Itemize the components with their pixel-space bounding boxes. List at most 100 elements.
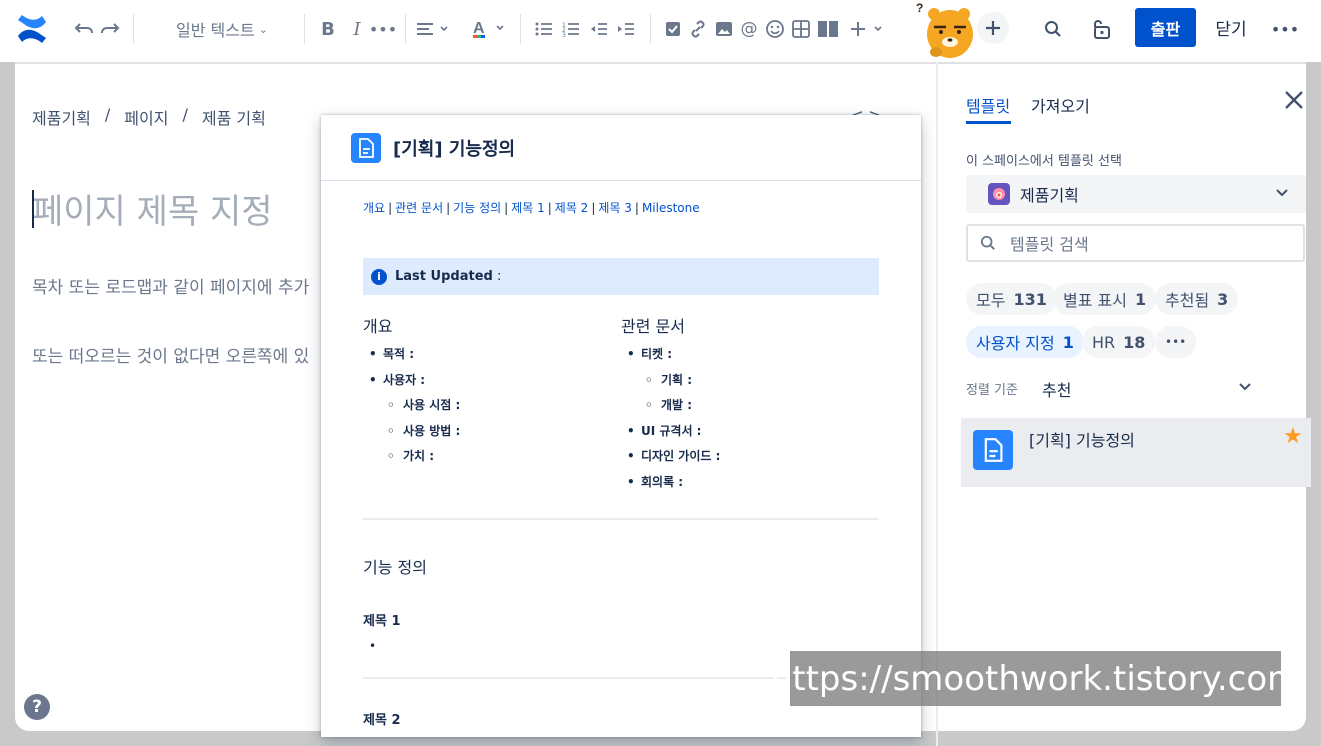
editor-hint-line-2: 또는 떠오르는 것이 없다면 오른쪽에 있 <box>32 347 310 367</box>
page-document-icon <box>351 132 381 163</box>
svg-text:3: 3 <box>562 32 566 37</box>
toolbar-separator <box>133 14 134 44</box>
emoji-icon[interactable] <box>765 14 785 44</box>
filter-chip-hr[interactable]: HR 18 <box>1082 326 1156 358</box>
undo-icon[interactable] <box>72 14 96 44</box>
star-icon[interactable]: ★ <box>1283 424 1303 449</box>
preview-title: [기획] 기능정의 <box>393 138 516 160</box>
breadcrumb: 제품기획 / 페이지 / 제품 기획 <box>32 105 266 129</box>
task-checkbox-icon[interactable] <box>664 14 682 44</box>
list-item: 사용 시점 : <box>363 398 621 424</box>
space-select-value: 제품기획 <box>1020 186 1079 205</box>
link-icon[interactable] <box>688 14 708 44</box>
template-list-item[interactable]: [기획] 기능정의 ★ <box>961 418 1311 487</box>
align-dropdown-icon[interactable] <box>413 14 453 44</box>
active-tab-indicator <box>966 121 1011 124</box>
anchor-link-related-docs[interactable]: 관련 문서 <box>395 201 443 215</box>
breadcrumb-separator: / <box>182 105 188 124</box>
template-search-input[interactable]: 템플릿 검색 <box>966 224 1305 262</box>
search-placeholder: 템플릿 검색 <box>1010 235 1089 254</box>
toolbar-separator <box>520 14 521 44</box>
panel-divider <box>936 62 938 746</box>
publish-button[interactable]: 출판 <box>1135 8 1196 47</box>
breadcrumb-current[interactable]: 제품 기획 <box>202 105 266 129</box>
more-actions-icon[interactable]: ••• <box>1271 14 1299 44</box>
anchor-link-milestone[interactable]: Milestone <box>642 201 700 215</box>
numbered-list-icon[interactable]: 123 <box>561 14 581 44</box>
space-avatar-icon <box>988 183 1010 205</box>
toolbar-separator <box>405 14 406 44</box>
filter-chip-more[interactable]: ••• <box>1155 326 1197 358</box>
filter-chip-custom[interactable]: 사용자 지정 1 <box>966 326 1084 358</box>
anchor-link-heading-3[interactable]: 제목 3 <box>598 201 632 215</box>
chevron-down-icon <box>1276 185 1288 201</box>
heading-1: 제목 1 <box>363 614 401 629</box>
preview-header: [기획] 기능정의 <box>321 115 921 181</box>
chevron-down-icon: ⌄ <box>258 22 268 36</box>
list-item: 개발 : <box>621 398 879 424</box>
italic-icon[interactable]: I <box>347 14 367 44</box>
list-item: 디자인 가이드 : <box>621 449 879 475</box>
more-formatting-icon[interactable]: ••• <box>369 14 397 44</box>
breadcrumb-separator: / <box>104 105 111 124</box>
section-divider <box>363 518 879 520</box>
sort-select[interactable]: 추천 <box>1042 377 1071 401</box>
chevron-down-icon[interactable] <box>1239 379 1251 395</box>
anchor-links: 개요 | 관련 문서 | 기능 정의 | 제목 1 | 제목 2 | 제목 3 | Milestone <box>363 201 700 215</box>
plus-icon <box>986 21 1000 35</box>
list-item: 회의록 : <box>621 475 879 501</box>
template-name: [기획] 기능정의 <box>1029 431 1135 450</box>
close-panel-icon[interactable] <box>1283 88 1305 118</box>
bold-icon[interactable]: B <box>318 14 338 44</box>
filter-chip-all[interactable]: 모두 131 <box>966 283 1057 315</box>
tab-import[interactable]: 가져오기 <box>1031 93 1090 117</box>
layout-icon[interactable] <box>816 14 840 44</box>
breadcrumb-space[interactable]: 제품기획 <box>32 105 91 129</box>
anchor-link-heading-2[interactable]: 제목 2 <box>555 201 589 215</box>
list-item: UI 규격서 : <box>621 424 879 450</box>
sort-label: 정렬 기준 <box>966 383 1018 398</box>
anchor-link-overview[interactable]: 개요 <box>363 201 385 215</box>
watermark: https://smoothwork.tistory.com <box>771 651 1300 706</box>
filter-chip-starred[interactable]: 별표 표시 1 <box>1053 283 1157 315</box>
page-title-input[interactable]: 페이지 제목 지정 <box>32 184 273 233</box>
bullet-list-icon[interactable] <box>534 14 554 44</box>
svg-text:A: A <box>473 20 485 37</box>
info-icon: i <box>371 268 387 285</box>
close-editor-button[interactable]: 닫기 <box>1207 8 1255 47</box>
list-item: 가치 : <box>363 449 621 475</box>
info-panel: i Last Updated : <box>363 258 879 295</box>
space-select[interactable]: 제품기획 <box>966 175 1306 213</box>
confluence-logo-icon[interactable] <box>16 14 48 48</box>
help-icon[interactable]: ? <box>24 694 50 720</box>
editor-hint-line-1: 목차 또는 로드맵과 같이 페이지에 추가 <box>32 278 310 298</box>
info-panel-label: Last Updated <box>395 269 493 284</box>
insert-more-icon[interactable] <box>848 14 888 44</box>
unlock-icon[interactable] <box>1089 14 1113 44</box>
mascot-character-icon: ? <box>916 0 978 66</box>
search-icon[interactable] <box>1042 14 1064 44</box>
text-color-icon[interactable]: A <box>470 14 510 44</box>
text-style-dropdown[interactable]: 일반 텍스트 ⌄ <box>176 14 274 44</box>
create-plus-button[interactable] <box>977 12 1009 44</box>
text-style-label: 일반 텍스트 <box>176 21 255 40</box>
table-icon[interactable] <box>791 14 811 44</box>
mention-icon[interactable]: @ <box>739 14 759 44</box>
toolbar-separator <box>304 14 305 44</box>
filter-chip-recommended[interactable]: 추천됨 3 <box>1155 283 1239 315</box>
feature-definition-heading: 기능 정의 <box>363 558 427 577</box>
breadcrumb-pages[interactable]: 페이지 <box>124 105 168 129</box>
page-document-icon <box>973 430 1013 470</box>
anchor-link-feature-def[interactable]: 기능 정의 <box>453 201 501 215</box>
outdent-icon[interactable] <box>589 14 609 44</box>
search-icon <box>980 235 995 250</box>
related-docs-heading: 관련 문서 <box>621 317 685 336</box>
image-icon[interactable] <box>714 14 734 44</box>
redo-icon[interactable] <box>98 14 122 44</box>
svg-text:?: ? <box>916 1 923 15</box>
indent-icon[interactable] <box>616 14 636 44</box>
toolbar-separator <box>650 14 651 44</box>
tab-templates[interactable]: 템플릿 <box>966 93 1010 117</box>
list-item: 티켓 : <box>621 347 879 373</box>
anchor-link-heading-1[interactable]: 제목 1 <box>511 201 545 215</box>
